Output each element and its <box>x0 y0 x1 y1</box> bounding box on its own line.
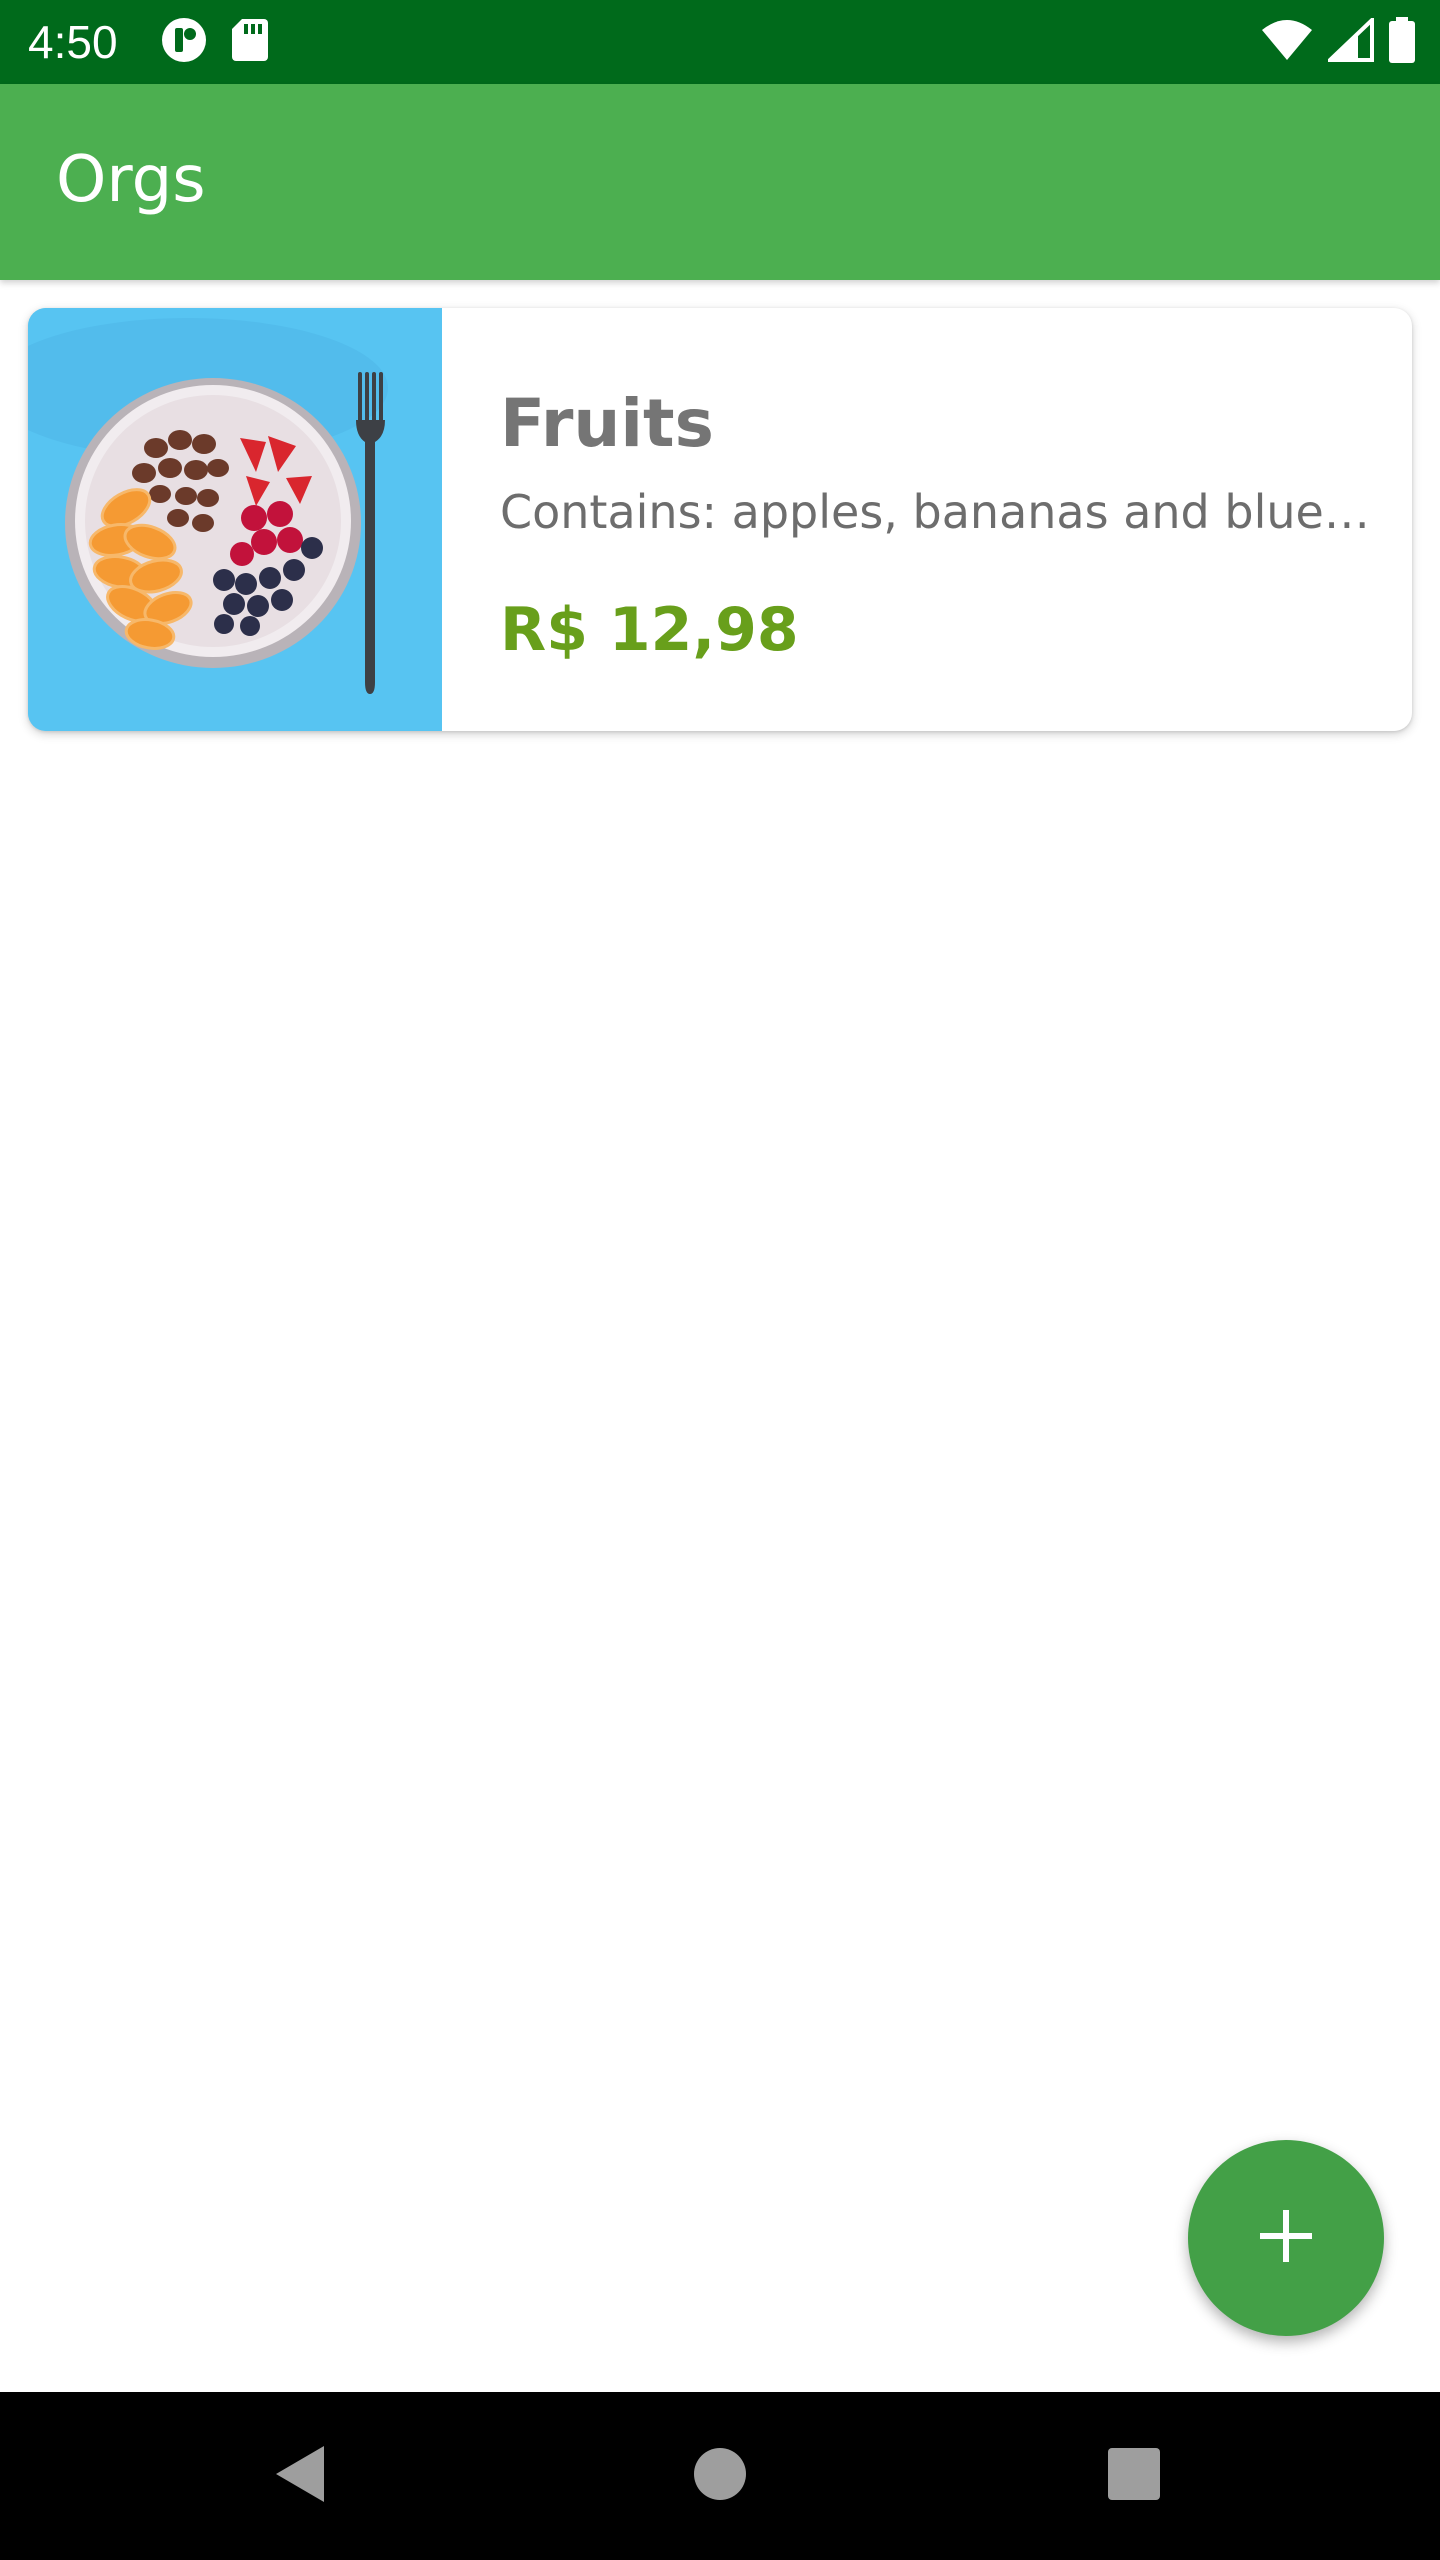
add-icon <box>1256 2206 1316 2270</box>
app-title: Orgs <box>56 143 206 217</box>
back-icon <box>270 2442 330 2510</box>
navigation-bar <box>0 2392 1440 2560</box>
product-description: Contains: apples, bananas and blueberrie… <box>500 485 1380 539</box>
product-card[interactable]: Fruits Contains: apples, bananas and blu… <box>28 308 1412 731</box>
sd-card-icon <box>230 17 270 67</box>
recents-button[interactable] <box>1090 2432 1178 2520</box>
fruit-bowl-image <box>28 308 442 731</box>
app-bar: Orgs <box>0 84 1440 280</box>
status-left-icons <box>160 18 270 66</box>
notification-app-icon <box>160 16 208 68</box>
product-price: R$ 12,98 <box>500 595 799 665</box>
wifi-icon <box>1260 18 1314 66</box>
back-button[interactable] <box>256 2432 344 2520</box>
home-icon <box>692 2446 748 2506</box>
add-product-button[interactable] <box>1188 2140 1384 2336</box>
battery-icon <box>1388 17 1416 67</box>
status-bar: 4:50 <box>0 0 1440 84</box>
home-button[interactable] <box>676 2432 764 2520</box>
product-name: Fruits <box>500 385 714 462</box>
cell-signal-icon <box>1325 15 1374 66</box>
status-time: 4:50 <box>28 16 118 68</box>
recents-icon <box>1107 2447 1161 2505</box>
status-right-icons <box>1260 15 1416 67</box>
